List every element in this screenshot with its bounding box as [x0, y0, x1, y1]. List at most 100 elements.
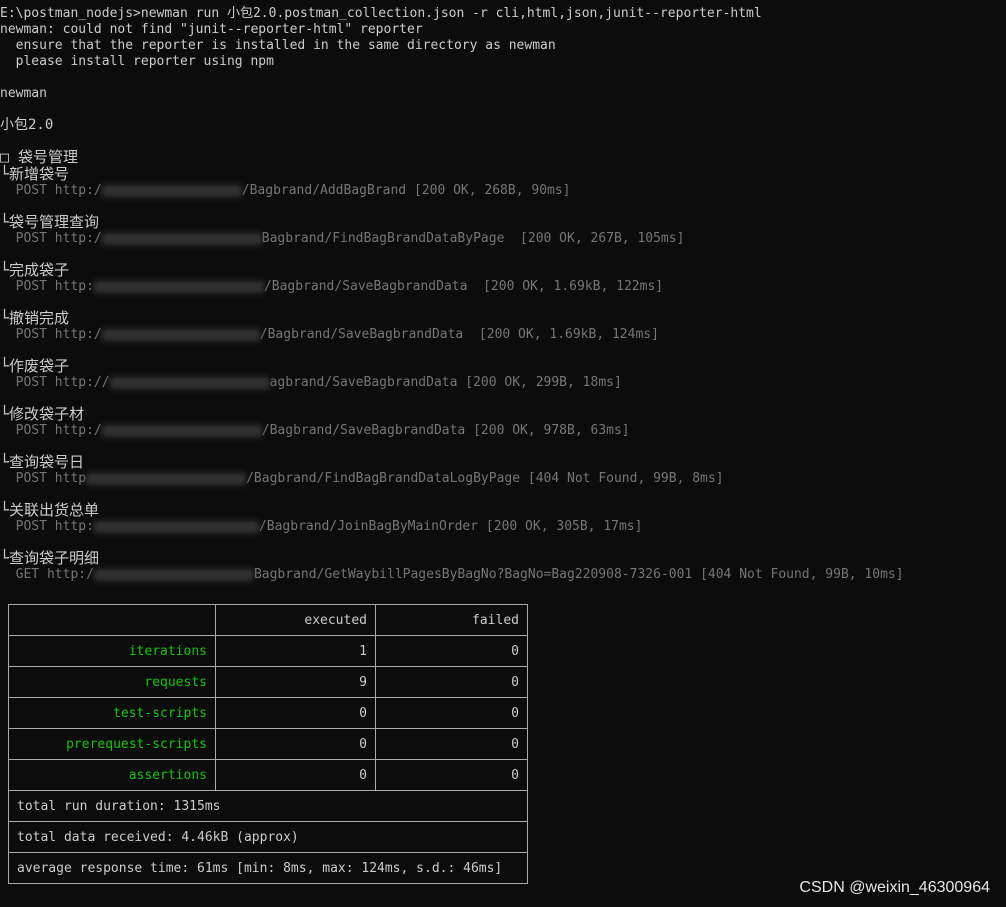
executed-cell: 1	[215, 635, 376, 667]
request-method: GET	[15, 567, 40, 582]
request-result: [200 OK, 1.69kB, 122ms]	[483, 279, 664, 294]
folder-name: □ 袋号管理	[0, 148, 79, 166]
redacted-host	[101, 232, 262, 245]
summary-row: total data received: 4.46kB (approx)	[8, 821, 528, 853]
request-name: └查询袋子明细	[0, 549, 100, 567]
redacted-host	[101, 424, 262, 437]
request-method: POST	[15, 519, 47, 534]
request-path: Bagbrand/FindBagBrandDataByPage	[261, 231, 513, 246]
request-url-prefix: http:/	[54, 327, 102, 342]
summary-row: average response time: 61ms [min: 8ms, m…	[8, 852, 528, 884]
request-result: [200 OK, 978B, 63ms]	[473, 423, 630, 438]
row-label: assertions	[8, 759, 216, 791]
request-line: POST http/Bagbrand/FindBagBrandDataLogBy…	[0, 471, 724, 487]
request-url-prefix: http:/	[46, 567, 94, 582]
row-label: requests	[8, 666, 216, 698]
request-url-prefix: http:	[54, 519, 94, 534]
request-url-prefix: http:/	[54, 423, 102, 438]
request-method: POST	[15, 471, 47, 486]
request-method: POST	[15, 231, 47, 246]
hint-line: please install reporter using npm	[0, 54, 274, 69]
redacted-host	[93, 568, 254, 581]
request-line: POST http:// agbrand/SaveBagbrandData [20…	[0, 375, 622, 391]
row-label: prerequest-scripts	[8, 728, 216, 760]
redacted-host	[101, 184, 242, 197]
redacted-host	[93, 280, 264, 293]
executed-cell: 0	[215, 759, 376, 791]
error-message: newman: could not find "junit--reporter-…	[0, 22, 423, 37]
request-line: POST http: /Bagbrand/SaveBagbrandData [20…	[0, 279, 663, 295]
request-method: POST	[15, 423, 47, 438]
request-name: └作废袋子	[0, 357, 70, 375]
table-header-row: executed failed	[8, 604, 528, 636]
redacted-host	[86, 472, 247, 485]
request-method: POST	[15, 183, 47, 198]
request-url-prefix: http:	[54, 279, 94, 294]
response-time: average response time: 61ms [min: 8ms, m…	[8, 852, 528, 884]
table-row: prerequest-scripts 0 0	[8, 728, 528, 760]
request-url-prefix: http://	[54, 375, 110, 390]
executed-cell: 0	[215, 697, 376, 729]
request-url-prefix: http:/	[54, 231, 102, 246]
failed-cell: 0	[375, 635, 528, 667]
command-line: E:\postman_nodejs>newman run 小包2.0.postm…	[0, 6, 762, 21]
executed-cell: 9	[215, 666, 376, 698]
request-result: [200 OK, 305B, 17ms]	[485, 519, 643, 534]
request-line: POST http:/ /Bagbrand/SaveBagbrandData [2…	[0, 327, 659, 343]
request-line: GET http:/ Bagbrand/GetWaybillPagesByBagN…	[0, 567, 904, 583]
request-path: /Bagbrand/SaveBagbrandData	[259, 327, 472, 342]
hint-line: ensure that the reporter is installed in…	[0, 38, 556, 53]
request-name: └袋号管理查询	[0, 213, 100, 231]
request-path: /Bagbrand/FindBagBrandDataLogByPage	[246, 471, 521, 486]
table-row: assertions 0 0	[8, 759, 528, 791]
request-path: /Bagbrand/SaveBagbrandData	[261, 423, 466, 438]
watermark: CSDN @weixin_46300964	[799, 879, 990, 896]
failed-cell: 0	[375, 759, 528, 791]
request-result: [404 Not Found, 99B, 10ms]	[700, 567, 904, 582]
request-result: [200 OK, 267B, 105ms]	[520, 231, 685, 246]
row-label: test-scripts	[8, 697, 216, 729]
request-name: └撤销完成	[0, 309, 70, 327]
request-result: [200 OK, 1.69kB, 124ms]	[478, 327, 659, 342]
failed-cell: 0	[375, 728, 528, 760]
request-method: POST	[15, 279, 47, 294]
request-path: agbrand/SaveBagbrandData	[269, 375, 458, 390]
request-url-prefix: http	[54, 471, 87, 486]
table-row: test-scripts 0 0	[8, 697, 528, 729]
header-cell: executed	[215, 604, 376, 636]
header-cell: failed	[375, 604, 528, 636]
request-line: POST http:/ /Bagbrand/SaveBagbrandData [2…	[0, 423, 630, 439]
request-result: [200 OK, 268B, 90ms]	[413, 183, 571, 198]
request-name: └完成袋子	[0, 261, 70, 279]
request-path: /Bagbrand/JoinBagByMainOrder	[258, 519, 479, 534]
request-name: └关联出货总单	[0, 501, 100, 519]
request-result: [200 OK, 299B, 18ms]	[465, 375, 622, 390]
header-cell	[8, 604, 216, 636]
request-line: POST http:/ /Bagbrand/AddBagBrand [200 OK…	[0, 183, 571, 199]
request-line: POST http:/ Bagbrand/FindBagBrandDataByPa…	[0, 231, 685, 247]
run-duration: total run duration: 1315ms	[8, 790, 528, 822]
table-row: iterations 1 0	[8, 635, 528, 667]
redacted-host	[101, 328, 260, 341]
request-method: POST	[15, 327, 47, 342]
request-path: Bagbrand/GetWaybillPagesByBagNo?BagNo=Ba…	[253, 567, 693, 582]
request-name: └新增袋号	[0, 165, 70, 183]
request-name: └查询袋号日	[0, 453, 85, 471]
request-url-prefix: http:/	[54, 183, 102, 198]
redacted-host	[109, 376, 270, 389]
request-line: POST http: /Bagbrand/JoinBagByMainOrder […	[0, 519, 643, 535]
row-label: iterations	[8, 635, 216, 667]
app-name: newman	[0, 86, 47, 101]
data-received: total data received: 4.46kB (approx)	[8, 821, 528, 853]
table-row: requests 9 0	[8, 666, 528, 698]
request-path: /Bagbrand/SaveBagbrandData	[263, 279, 476, 294]
failed-cell: 0	[375, 697, 528, 729]
summary-row: total run duration: 1315ms	[8, 790, 528, 822]
executed-cell: 0	[215, 728, 376, 760]
failed-cell: 0	[375, 666, 528, 698]
request-result: [404 Not Found, 99B, 8ms]	[527, 471, 724, 486]
collection-name: 小包2.0	[0, 117, 54, 133]
request-path: /Bagbrand/AddBagBrand	[241, 183, 407, 198]
request-name: └修改袋子材	[0, 405, 85, 423]
request-method: POST	[15, 375, 47, 390]
